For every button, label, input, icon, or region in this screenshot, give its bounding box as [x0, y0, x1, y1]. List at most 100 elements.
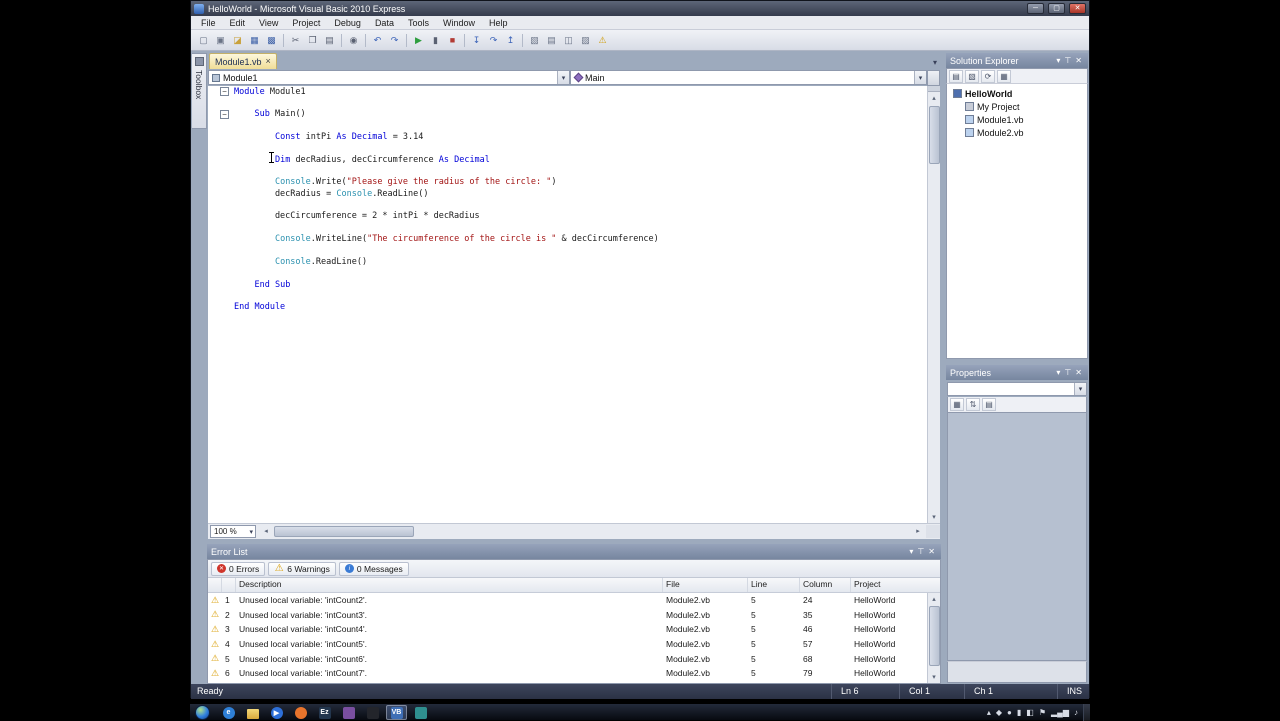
tab-module1vb[interactable]: Module1.vb ×	[209, 53, 277, 69]
find-icon[interactable]: ◉	[345, 32, 362, 48]
refresh-icon[interactable]: ⟳	[981, 69, 995, 83]
undo-icon[interactable]: ↶	[369, 32, 386, 48]
start-button[interactable]	[195, 705, 210, 720]
close-icon[interactable]: ✕	[1073, 368, 1084, 377]
code-editor[interactable]: − Module Module1− Sub Main() Const intPi …	[208, 86, 927, 523]
categorized-icon[interactable]: ▦	[950, 398, 964, 411]
menu-window[interactable]: Window	[436, 16, 482, 30]
tray-icon-4[interactable]: ◧	[1026, 705, 1034, 720]
se-properties-icon[interactable]: ▤	[949, 69, 963, 83]
maximize-button[interactable]: ▢	[1048, 3, 1065, 14]
scroll-right-icon[interactable]: ▸	[912, 525, 924, 537]
add-item-icon[interactable]: ▣	[212, 32, 229, 48]
view-code-icon[interactable]: ▦	[997, 69, 1011, 83]
error-col-file[interactable]: File	[663, 578, 748, 592]
error-col-project[interactable]: Project	[851, 578, 926, 592]
step-into-icon[interactable]: ↧	[468, 32, 485, 48]
app-icon-purple[interactable]	[338, 705, 359, 720]
scroll-down-icon[interactable]: ▾	[928, 671, 940, 683]
alphabetical-icon[interactable]: ⇅	[966, 398, 980, 411]
error-col-column[interactable]: Column	[800, 578, 851, 592]
error-row[interactable]: ⚠ 4 Unused local variable: 'intCount5'. Mod…	[208, 637, 927, 652]
solution-explorer-icon[interactable]: ▧	[526, 32, 543, 48]
tab-list-dropdown-icon[interactable]: ▾	[933, 58, 937, 67]
properties-title-bar[interactable]: Properties ▾ ⊤ ✕	[946, 365, 1088, 380]
step-over-icon[interactable]: ↷	[485, 32, 502, 48]
object-browser-icon[interactable]: ◫	[560, 32, 577, 48]
error-row[interactable]: ⚠ 2 Unused local variable: 'intCount3'. Mod…	[208, 608, 927, 623]
scroll-up-icon[interactable]: ▴	[928, 92, 940, 104]
menu-view[interactable]: View	[252, 16, 285, 30]
tray-icon-1[interactable]: ◆	[996, 705, 1002, 720]
tree-item-module1-vb[interactable]: Module1.vb	[947, 113, 1087, 126]
toolbox-window-icon[interactable]: ▨	[577, 32, 594, 48]
auto-hide-pin-icon[interactable]: ⊤	[1062, 56, 1073, 65]
error-row[interactable]: ⚠ 6 Unused local variable: 'intCount7'. Mod…	[208, 666, 927, 681]
start-debugging-icon[interactable]: ▶	[410, 32, 427, 48]
error-list-window-icon[interactable]: ⚠	[594, 32, 611, 48]
error-list-scrollbar[interactable]: ▴ ▾	[927, 593, 940, 683]
chevron-down-icon[interactable]: ▾	[1074, 383, 1086, 395]
scroll-left-icon[interactable]: ◂	[260, 525, 272, 537]
save-all-icon[interactable]: ▩	[263, 32, 280, 48]
scroll-up-icon[interactable]: ▴	[928, 593, 940, 605]
chevron-down-icon[interactable]: ▾	[914, 71, 926, 84]
solution-explorer-title-bar[interactable]: Solution Explorer ▾ ⊤ ✕	[946, 53, 1088, 68]
tree-item-helloworld[interactable]: HelloWorld	[947, 87, 1087, 100]
editor-horizontal-scrollbar[interactable]: ◂ ▸	[260, 525, 924, 538]
title-bar[interactable]: HelloWorld - Microsoft Visual Basic 2010…	[191, 1, 1089, 16]
editor-vertical-scrollbar[interactable]: ▴ ▾	[927, 86, 940, 523]
copy-icon[interactable]: ❐	[304, 32, 321, 48]
menu-debug[interactable]: Debug	[327, 16, 368, 30]
tab-close-icon[interactable]: ×	[266, 57, 271, 66]
menu-edit[interactable]: Edit	[223, 16, 253, 30]
editor-split-button[interactable]	[927, 70, 940, 86]
warnings-filter-button[interactable]: ⚠ 6 Warnings	[268, 561, 336, 576]
types-dropdown[interactable]: Module1 ▾	[208, 70, 570, 85]
ezvid-icon[interactable]: Ez	[314, 705, 335, 720]
scrollbar-thumb[interactable]	[929, 106, 940, 164]
tray-icon-2[interactable]: ●	[1007, 705, 1012, 720]
menu-project[interactable]: Project	[285, 16, 327, 30]
break-all-icon[interactable]: ▮	[427, 32, 444, 48]
auto-hide-pin-icon[interactable]: ⊤	[915, 547, 926, 556]
close-button[interactable]: ✕	[1069, 3, 1086, 14]
new-project-icon[interactable]: ▢	[195, 32, 212, 48]
messages-filter-button[interactable]: i0 Messages	[338, 561, 409, 576]
toolbox-tab[interactable]: Toolbox	[192, 53, 207, 129]
tray-expand-icon[interactable]: ▴	[987, 705, 991, 720]
minimize-button[interactable]: ─	[1027, 3, 1044, 14]
menu-tools[interactable]: Tools	[401, 16, 436, 30]
fold-toggle-icon[interactable]: −	[220, 87, 229, 97]
auto-hide-pin-icon[interactable]: ⊤	[1062, 368, 1073, 377]
menu-help[interactable]: Help	[482, 16, 515, 30]
error-col-line[interactable]: Line	[748, 578, 800, 592]
volume-icon[interactable]: ♪	[1074, 705, 1078, 720]
property-pages-icon[interactable]: ▤	[982, 398, 996, 411]
close-icon[interactable]: ✕	[1073, 56, 1084, 65]
members-dropdown[interactable]: Main ▾	[570, 70, 927, 85]
fold-toggle-icon[interactable]: −	[220, 109, 229, 119]
scroll-down-icon[interactable]: ▾	[928, 511, 940, 523]
properties-window-icon[interactable]: ▤	[543, 32, 560, 48]
show-desktop-button[interactable]	[1083, 704, 1090, 721]
media-player-icon[interactable]: ▶	[266, 705, 287, 720]
chevron-down-icon[interactable]: ▾	[557, 71, 569, 84]
show-all-files-icon[interactable]: ▧	[965, 69, 979, 83]
errors-filter-button[interactable]: ✕ 0 Errors	[211, 561, 266, 576]
internet-explorer-icon[interactable]: e	[218, 705, 239, 720]
close-icon[interactable]: ✕	[926, 547, 937, 556]
windows-explorer-icon[interactable]	[242, 705, 263, 720]
stop-debugging-icon[interactable]: ■	[444, 32, 461, 48]
tree-item-my-project[interactable]: My Project	[947, 100, 1087, 113]
menu-data[interactable]: Data	[368, 16, 401, 30]
save-icon[interactable]: ▦	[246, 32, 263, 48]
tray-icon-3[interactable]: ▮	[1017, 705, 1021, 720]
open-file-icon[interactable]: ◪	[229, 32, 246, 48]
scrollbar-thumb[interactable]	[274, 526, 414, 537]
error-list-title-bar[interactable]: Error List ▾ ⊤ ✕	[207, 544, 941, 559]
error-col-description[interactable]: Description	[236, 578, 663, 592]
properties-object-dropdown[interactable]: ▾	[947, 382, 1087, 396]
menu-file[interactable]: File	[194, 16, 223, 30]
tree-item-module2-vb[interactable]: Module2.vb	[947, 126, 1087, 139]
